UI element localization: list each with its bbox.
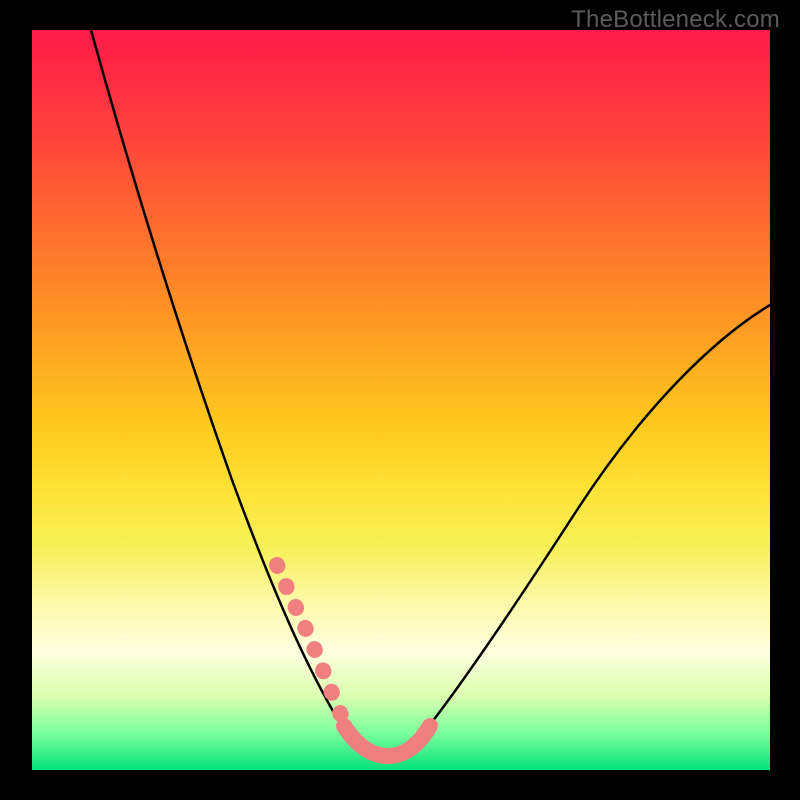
highlight-bottom-segment (344, 726, 430, 756)
chart-frame: TheBottleneck.com (0, 0, 800, 800)
plot-area (32, 30, 770, 770)
highlight-left-segment (277, 565, 341, 715)
bottleneck-curve (91, 30, 770, 755)
curve-layer (32, 30, 770, 770)
